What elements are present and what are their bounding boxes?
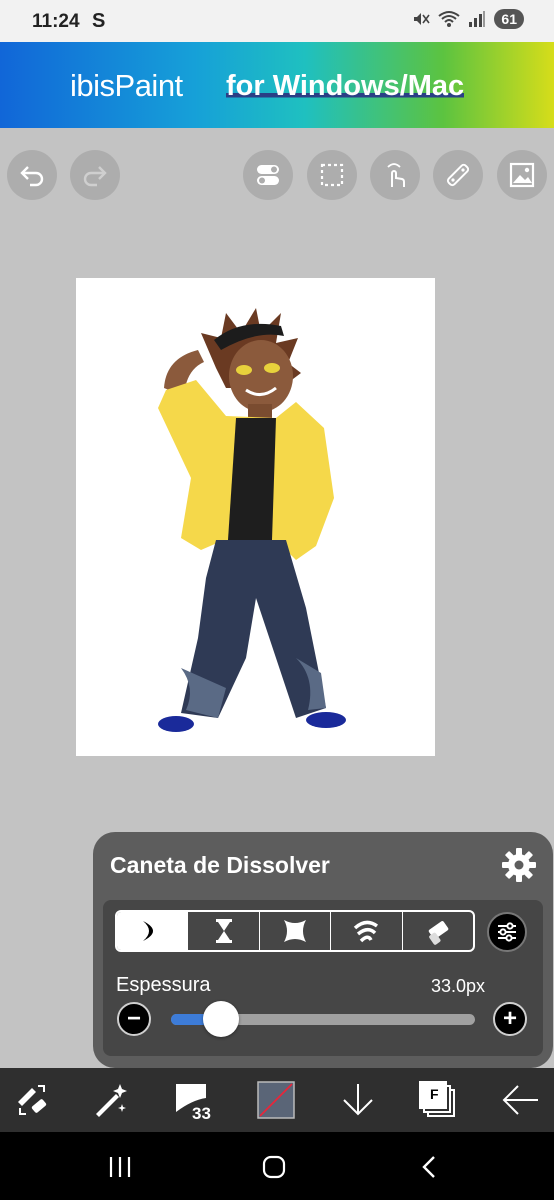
undo-button[interactable] (7, 150, 57, 200)
eraser-icon (428, 921, 449, 945)
touch-button[interactable] (370, 150, 420, 200)
recent-apps-button[interactable] (100, 1152, 140, 1182)
brush-settings-area: Espessura 33.0px − + (103, 900, 543, 1056)
wifi-icon (438, 11, 461, 27)
banner-tagline: for Windows/Mac (226, 70, 465, 103)
drawing-canvas[interactable] (76, 278, 435, 756)
segment-brush[interactable] (117, 912, 189, 950)
mute-icon (414, 13, 431, 25)
system-nav-bar (0, 1132, 554, 1200)
brush-type-selector (115, 910, 475, 952)
status-icons: 61 (412, 9, 524, 29)
thickness-plus-button[interactable]: + (493, 1002, 527, 1036)
promo-banner[interactable]: ibisPaint for Windows/Mac (0, 42, 554, 128)
segment-eraser[interactable] (403, 912, 473, 950)
brush-size-value: 33 (192, 1104, 211, 1123)
brush-name: Caneta de Dissolver (110, 852, 330, 878)
brush-size-button[interactable]: 33 (170, 1078, 220, 1123)
selection-icon (320, 163, 344, 187)
brush-eraser-swap-icon (18, 1085, 47, 1115)
toggle-icon (257, 165, 279, 185)
battery-level: 61 (494, 9, 524, 29)
segment-hourglass[interactable] (188, 912, 260, 950)
recents-icon (109, 1157, 131, 1177)
redo-icon (83, 166, 107, 187)
status-s-icon: S (92, 10, 106, 32)
brush-stroke-icon (143, 921, 154, 941)
gear-icon[interactable] (500, 846, 538, 884)
hand-touch-icon (387, 163, 405, 187)
back-button[interactable] (410, 1152, 450, 1182)
back-arrow-button[interactable] (498, 1078, 542, 1122)
back-icon (422, 1156, 435, 1178)
redo-button[interactable] (70, 150, 120, 200)
thickness-minus-button[interactable]: − (117, 1002, 151, 1036)
layers-button[interactable]: F (416, 1078, 460, 1122)
banner-logo: ibisPaint (70, 68, 183, 103)
brush-settings-button[interactable] (487, 912, 527, 952)
gallery-icon (509, 162, 535, 188)
smudge-icon (354, 920, 379, 943)
magic-wand-button[interactable] (88, 1078, 132, 1122)
gallery-button[interactable] (497, 150, 547, 200)
ruler-icon (446, 163, 470, 187)
color-swatch-icon (257, 1081, 295, 1119)
home-icon (262, 1155, 286, 1179)
arrow-left-icon (502, 1085, 538, 1115)
brush-panel: Caneta de Dissolver Espessura 33.0px − + (93, 832, 553, 1068)
signal-icon (469, 11, 486, 27)
blur-icon (284, 920, 307, 942)
tool-switch-button[interactable] (10, 1078, 54, 1122)
bottom-toolbar: 33 F (0, 1068, 554, 1132)
undo-icon (20, 166, 44, 187)
thickness-value: 33.0px (430, 976, 485, 996)
toggle-button[interactable] (243, 150, 293, 200)
color-button[interactable] (254, 1078, 298, 1122)
sliders-icon (498, 922, 516, 942)
selection-button[interactable] (307, 150, 357, 200)
move-down-button[interactable] (336, 1078, 380, 1122)
ruler-button[interactable] (433, 150, 483, 200)
layer-label: F (430, 1086, 439, 1102)
slider-thumb[interactable] (202, 1001, 239, 1037)
hourglass-icon (215, 919, 232, 943)
home-button[interactable] (254, 1152, 294, 1182)
arrow-down-icon (343, 1084, 373, 1116)
status-bar: 11:24 S 61 (0, 0, 554, 42)
character-artwork (158, 308, 346, 732)
status-time: 11:24 (32, 11, 80, 32)
segment-blur[interactable] (260, 912, 332, 950)
magic-wand-icon (96, 1084, 127, 1117)
thickness-label: Espessura (116, 974, 211, 996)
segment-smudge[interactable] (331, 912, 403, 950)
